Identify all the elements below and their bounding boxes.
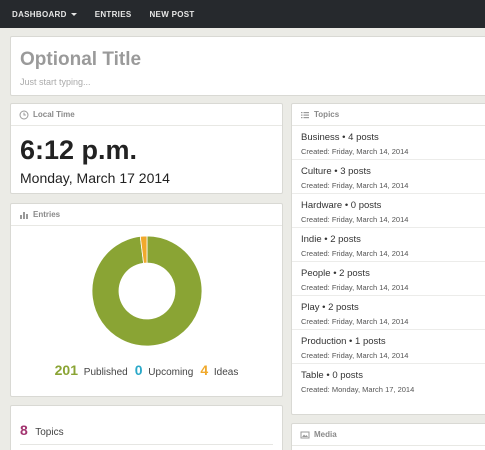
upcoming-label: Upcoming	[148, 367, 194, 378]
clock-date: Monday, March 17 2014	[20, 170, 170, 186]
nav-dashboard-label: DASHBOARD	[12, 9, 67, 19]
stat-published[interactable]: 201 Published	[55, 362, 128, 378]
topic-item-table[interactable]: Table • 0 posts Created: Monday, March 1…	[292, 364, 485, 398]
topic-name: Indie • 2 posts	[301, 234, 361, 245]
topics-count-panel[interactable]: 8 Topics	[10, 405, 283, 450]
divider	[20, 444, 273, 445]
nav-new-post-label: NEW POST	[149, 9, 195, 19]
topics-count-label: Topics	[35, 427, 64, 438]
stat-upcoming[interactable]: 0 Upcoming	[135, 362, 194, 378]
local-time-header: Local Time	[11, 104, 282, 126]
topic-item-hardware[interactable]: Hardware • 0 posts Created: Friday, Marc…	[292, 194, 485, 228]
topic-item-production[interactable]: Production • 1 posts Created: Friday, Ma…	[292, 330, 485, 364]
top-nav: DASHBOARD ENTRIES NEW POST	[0, 0, 485, 28]
topic-name: Production • 1 posts	[301, 336, 386, 347]
local-time-panel: Local Time 6:12 p.m. Monday, March 17 20…	[10, 103, 283, 194]
entries-panel: Entries 201 Published 0 Upcoming 4 Ideas	[10, 203, 283, 397]
published-label: Published	[83, 367, 128, 378]
topic-name: Play • 2 posts	[301, 302, 359, 313]
nav-dashboard[interactable]: DASHBOARD	[12, 10, 77, 19]
topic-name: Table • 0 posts	[301, 370, 363, 381]
topic-name: Hardware • 0 posts	[301, 200, 382, 211]
clock-icon	[19, 110, 29, 119]
topic-item-business[interactable]: Business • 4 posts Created: Friday, Marc…	[292, 126, 485, 160]
topic-created: Created: Friday, March 14, 2014	[301, 147, 409, 156]
topics-panel: Topics Business • 4 posts Created: Frida…	[291, 103, 485, 415]
media-header: Media	[292, 424, 485, 446]
topic-name: Culture • 3 posts	[301, 166, 371, 177]
donut-svg	[91, 235, 203, 347]
nav-entries-label: ENTRIES	[94, 9, 132, 19]
image-icon	[300, 431, 310, 438]
published-count: 201	[54, 362, 78, 378]
topic-item-play[interactable]: Play • 2 posts Created: Friday, March 14…	[292, 296, 485, 330]
entries-header: Entries	[11, 204, 282, 226]
topic-name: Business • 4 posts	[301, 132, 379, 143]
media-panel: Media	[291, 423, 485, 450]
topic-created: Created: Friday, March 14, 2014	[301, 317, 409, 326]
topics-header: Topics	[292, 104, 485, 126]
topic-created: Created: Monday, March 17, 2014	[301, 385, 415, 394]
topics-count: 8	[20, 422, 28, 438]
ideas-label: Ideas	[213, 367, 239, 378]
nav-entries[interactable]: ENTRIES	[95, 10, 132, 19]
ideas-count: 4	[200, 362, 209, 378]
local-time-title: Local Time	[33, 110, 75, 119]
nav-new-post[interactable]: NEW POST	[149, 10, 194, 19]
media-title: Media	[314, 430, 337, 439]
topic-item-culture[interactable]: Culture • 3 posts Created: Friday, March…	[292, 160, 485, 194]
clock-time: 6:12 p.m.	[20, 135, 138, 165]
topic-item-indie[interactable]: Indie • 2 posts Created: Friday, March 1…	[292, 228, 485, 262]
topic-created: Created: Friday, March 14, 2014	[301, 249, 409, 258]
upcoming-count: 0	[134, 362, 143, 378]
topic-created: Created: Friday, March 14, 2014	[301, 215, 409, 224]
topic-item-people[interactable]: People • 2 posts Created: Friday, March …	[292, 262, 485, 296]
title-input[interactable]: Optional Title	[20, 49, 480, 71]
topic-created: Created: Friday, March 14, 2014	[301, 181, 409, 190]
topics-title: Topics	[314, 110, 340, 119]
stat-ideas[interactable]: 4 Ideas	[200, 362, 238, 378]
caret-down-icon	[70, 12, 77, 16]
topic-created: Created: Friday, March 14, 2014	[301, 283, 409, 292]
list-icon	[301, 111, 309, 118]
bar-chart-icon	[20, 211, 28, 219]
title-panel[interactable]: Optional Title Just start typing...	[10, 36, 485, 96]
topic-name: People • 2 posts	[301, 268, 370, 279]
entries-donut-chart	[91, 235, 203, 352]
topic-created: Created: Friday, March 14, 2014	[301, 351, 409, 360]
entries-stats: 201 Published 0 Upcoming 4 Ideas	[11, 362, 282, 378]
title-placeholder: Just start typing...	[20, 77, 91, 87]
entries-title: Entries	[33, 210, 61, 219]
